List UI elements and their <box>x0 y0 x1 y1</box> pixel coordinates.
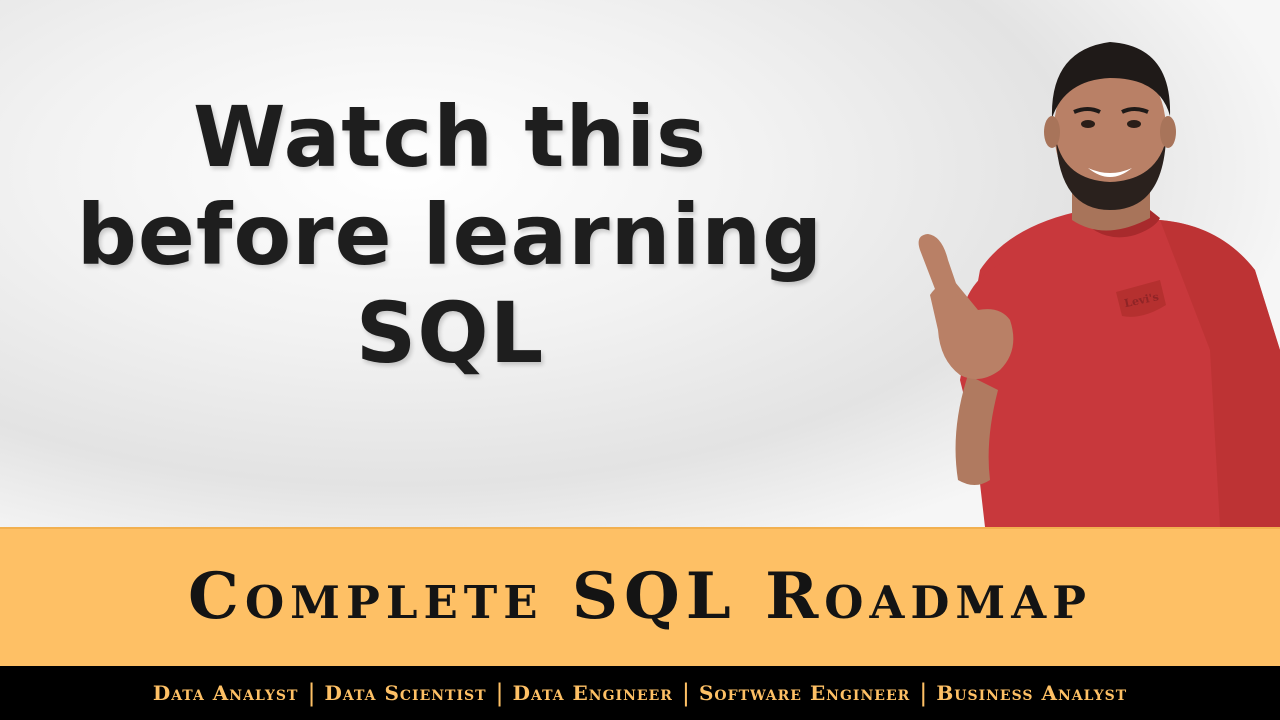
roadmap-banner: Complete SQL Roadmap <box>0 527 1280 666</box>
roles-bar: Data Analyst | Data Scientist | Data Eng… <box>0 666 1280 720</box>
roadmap-title: Complete SQL Roadmap <box>188 559 1092 634</box>
headline-line-2: before learning <box>76 186 824 284</box>
role-separator: | <box>681 679 690 707</box>
headline: Watch this before learning SQL <box>40 88 860 382</box>
role-separator: | <box>495 679 504 707</box>
role-business-analyst: Business Analyst <box>936 681 1128 705</box>
role-software-engineer: Software Engineer <box>698 681 911 705</box>
presenter-thumbs-up-illustration: Levi's <box>918 42 1280 527</box>
thumbnail-hero: Watch this before learning SQL Levi's <box>0 0 1280 527</box>
headline-line-3: SQL <box>355 284 545 382</box>
role-separator: | <box>307 679 316 707</box>
role-data-scientist: Data Scientist <box>324 681 487 705</box>
role-separator: | <box>919 679 928 707</box>
thumb <box>918 234 960 302</box>
headline-line-1: Watch this <box>192 88 708 186</box>
role-data-engineer: Data Engineer <box>512 681 673 705</box>
role-data-analyst: Data Analyst <box>152 681 299 705</box>
